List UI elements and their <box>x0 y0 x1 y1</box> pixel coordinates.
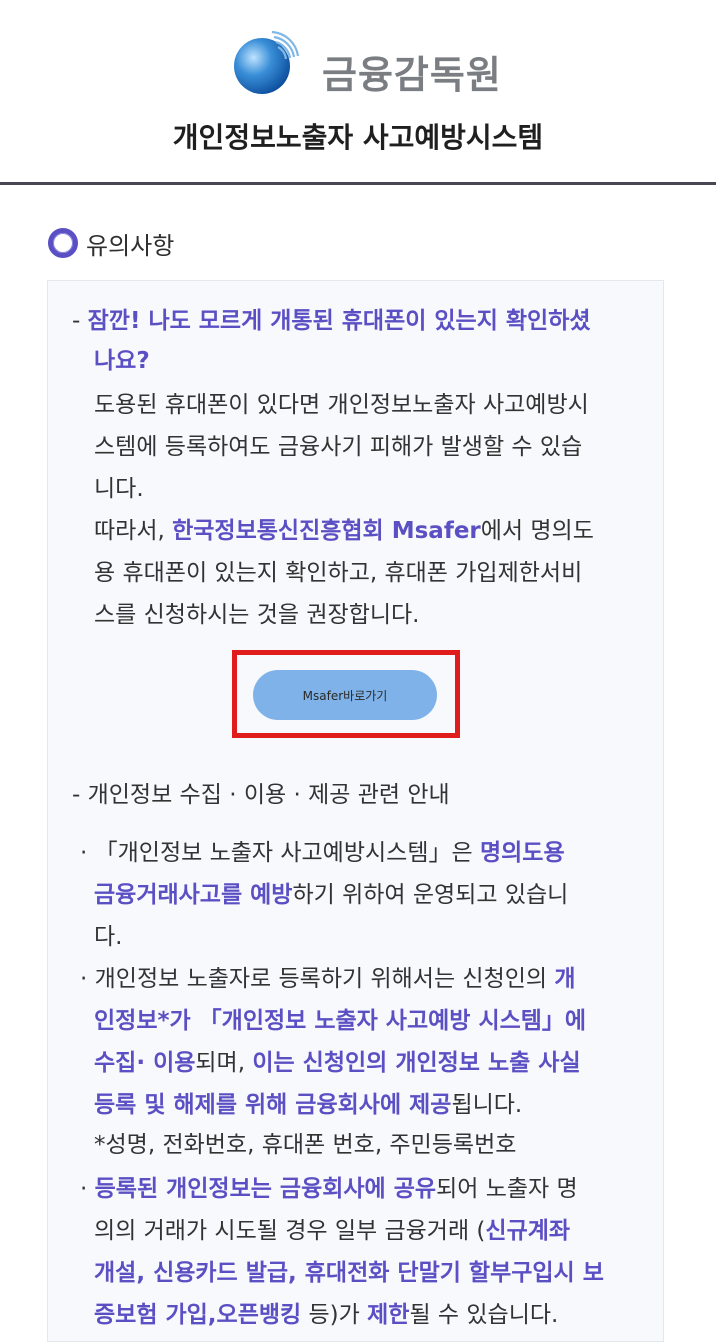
notice-body-line: 도용된 휴대폰이 있다면 개인정보노출자 사고예방시 <box>94 392 589 418</box>
privacy-item-note: *성명, 전화번호, 휴대폰 번호, 주민등록번호 <box>94 1132 517 1158</box>
privacy-item-line: · 개인정보 노출자로 등록하기 위해서는 신청인의 개 <box>80 966 576 992</box>
privacy-heading: - 개인정보 수집 · 이용 · 제공 관련 안내 <box>72 782 450 808</box>
privacy-item-line: 증보험 가입,오픈뱅킹 등)가 제한될 수 있습니다. <box>94 1302 559 1328</box>
privacy-item-line: · 등록된 개인정보는 금융회사에 공유되어 노출자 명 <box>80 1176 578 1202</box>
notice-body-line: 스를 신청하시는 것을 권장합니다. <box>94 602 420 628</box>
notice-body-line: 스템에 등록하여도 금융사기 피해가 발생할 수 있습 <box>94 434 583 460</box>
notice-body-line: 용 휴대폰이 있는지 확인하고, 휴대폰 가입제한서비 <box>94 560 583 586</box>
section-heading-label: 유의사항 <box>86 232 175 260</box>
notice-body-line: 따라서, 한국정보통신진흥협회 Msafer에서 명의도 <box>94 518 594 544</box>
privacy-item-line: · 「개인정보 노출자 사고예방시스템」은 명의도용 <box>80 840 565 866</box>
notice-body-line: 니다. <box>94 476 144 502</box>
privacy-item-line: 의의 거래가 시도될 경우 일부 금융거래 (신규계좌 <box>94 1218 571 1244</box>
page-title: 개인정보노출자 사고예방시스템 <box>172 121 544 154</box>
notice-question-line: 나요? <box>94 348 150 374</box>
notice-question-line: - 잠깐! 나도 모르게 개통된 휴대폰이 있는지 확인하셨 <box>72 308 591 334</box>
privacy-item-line: 개설, 신용카드 발급, 휴대전화 단말기 할부구입시 보 <box>94 1260 604 1286</box>
privacy-item-line: 다. <box>94 924 123 950</box>
privacy-item-line: 금융거래사고를 예방하기 위하여 운영되고 있습니 <box>94 882 569 908</box>
msafer-shortcut-button[interactable]: Msafer바로가기 <box>253 670 437 720</box>
site-header: 금융감독원 개인정보노출자 사고예방시스템 <box>0 0 716 185</box>
msafer-org-text: 한국정보통신진흥협회 Msafer <box>172 518 481 544</box>
privacy-item-line: 인정보*가 「개인정보 노출자 사고예방 시스템」에 <box>94 1008 587 1034</box>
privacy-item-line: 등록 및 해제를 위해 금융회사에 제공됩니다. <box>94 1092 523 1118</box>
fss-logo-icon <box>234 30 300 94</box>
logo-text: 금융감독원 <box>322 53 502 97</box>
privacy-item-line: 수집· 이용되며, 이는 신청인의 개인정보 노출 사실 <box>94 1050 581 1076</box>
circle-bullet-icon <box>48 228 78 258</box>
